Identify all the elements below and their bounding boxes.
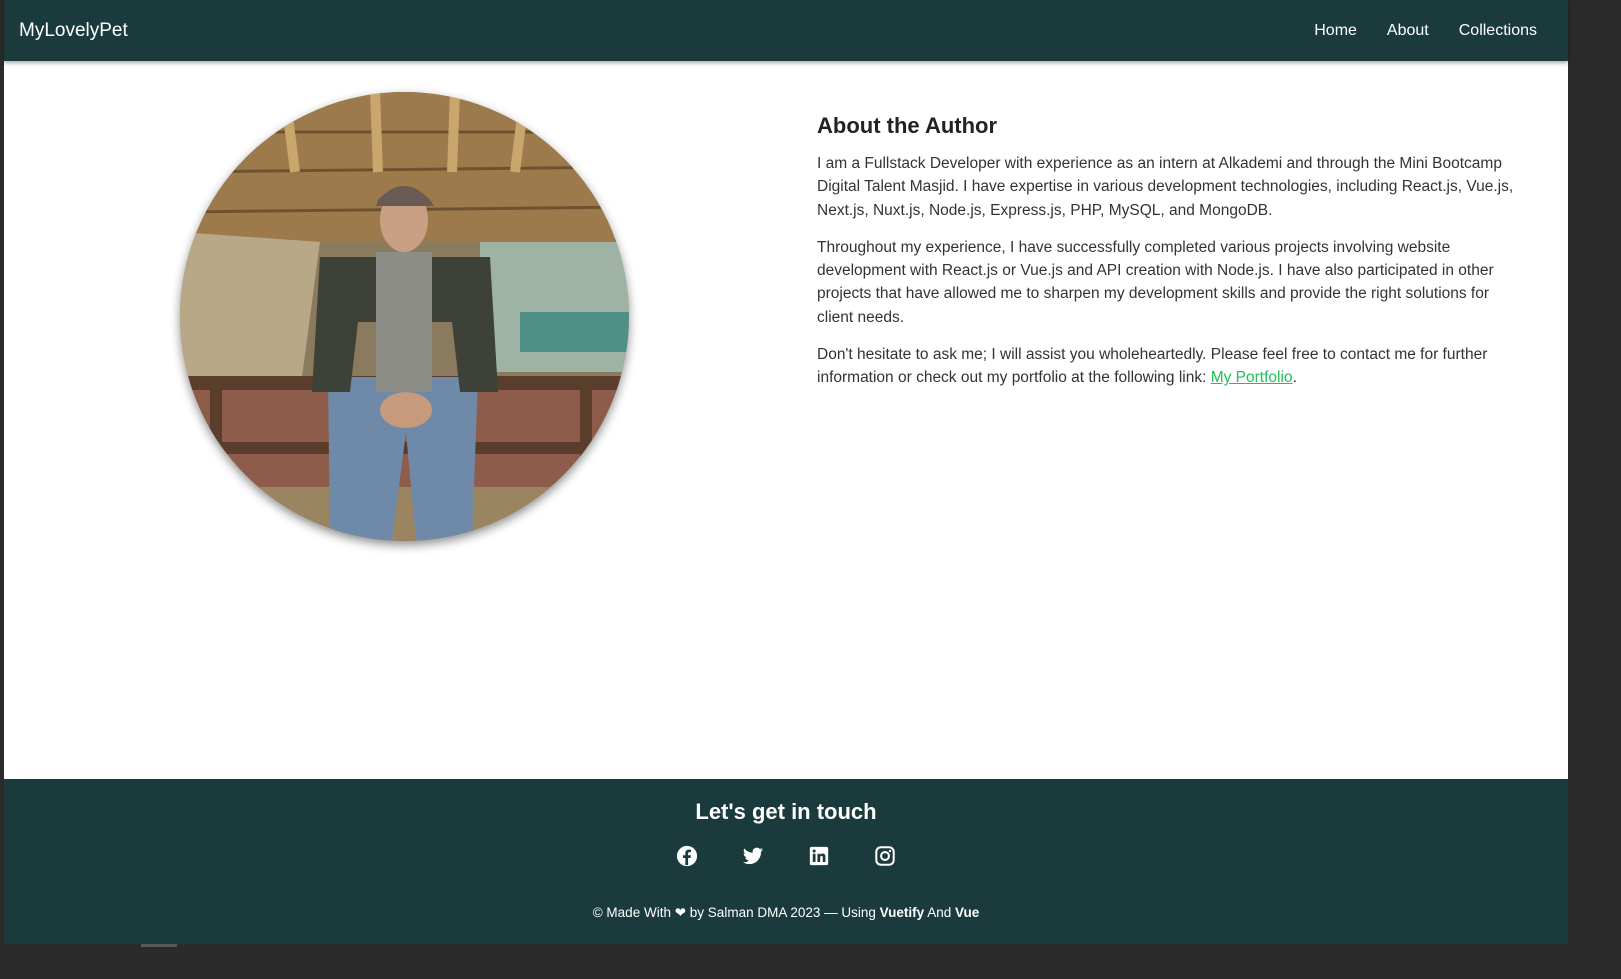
footer-heading: Let's get in touch <box>695 799 877 824</box>
social-links <box>4 845 1568 867</box>
copyright-text: © Made With ❤ by Salman DMA 2023 — Using… <box>4 905 1568 921</box>
about-section: About the Author I am a Fullstack Develo… <box>817 113 1517 404</box>
window-bottom-edge <box>0 944 1621 979</box>
author-photo <box>180 92 629 541</box>
footer: Let's get in touch © Made With ❤ by Salm… <box>4 779 1568 944</box>
heart-icon: ❤ <box>674 905 687 920</box>
app: MyLovelyPet Home About Collections About… <box>4 0 1568 944</box>
about-paragraph-3-end: . <box>1292 369 1297 387</box>
brand-title[interactable]: MyLovelyPet <box>19 0 128 61</box>
copyright-prefix: © Made With <box>592 905 671 920</box>
about-title: About the Author <box>817 113 998 138</box>
scrollbar-thumb[interactable] <box>141 944 177 947</box>
about-paragraph-3-text: Don't hesitate to ask me; I will assist … <box>817 346 1488 387</box>
nav-home[interactable]: Home <box>1299 0 1372 61</box>
author-photo-illustration <box>180 92 629 541</box>
vuetify-label: Vuetify <box>879 905 925 920</box>
nav-about[interactable]: About <box>1372 0 1444 61</box>
about-content: About the Author I am a Fullstack Develo… <box>4 61 1568 779</box>
portfolio-link[interactable]: My Portfolio <box>1211 369 1293 386</box>
vue-label: Vue <box>954 905 980 920</box>
copyright-middle: by Salman DMA 2023 — Using <box>689 905 876 920</box>
twitter-icon[interactable] <box>742 845 764 867</box>
linkedin-icon[interactable] <box>808 845 830 867</box>
facebook-icon[interactable] <box>676 845 698 867</box>
about-paragraph-3: Don't hesitate to ask me; I will assist … <box>817 343 1517 390</box>
about-paragraph-1: I am a Fullstack Developer with experien… <box>817 155 1514 219</box>
instagram-icon[interactable] <box>874 845 896 867</box>
about-paragraph-2: Throughout my experience, I have success… <box>817 238 1494 326</box>
nav-collections[interactable]: Collections <box>1444 0 1552 61</box>
app-bar: MyLovelyPet Home About Collections <box>4 0 1568 61</box>
and-label: And <box>927 905 952 920</box>
main-nav: Home About Collections <box>1299 0 1552 61</box>
